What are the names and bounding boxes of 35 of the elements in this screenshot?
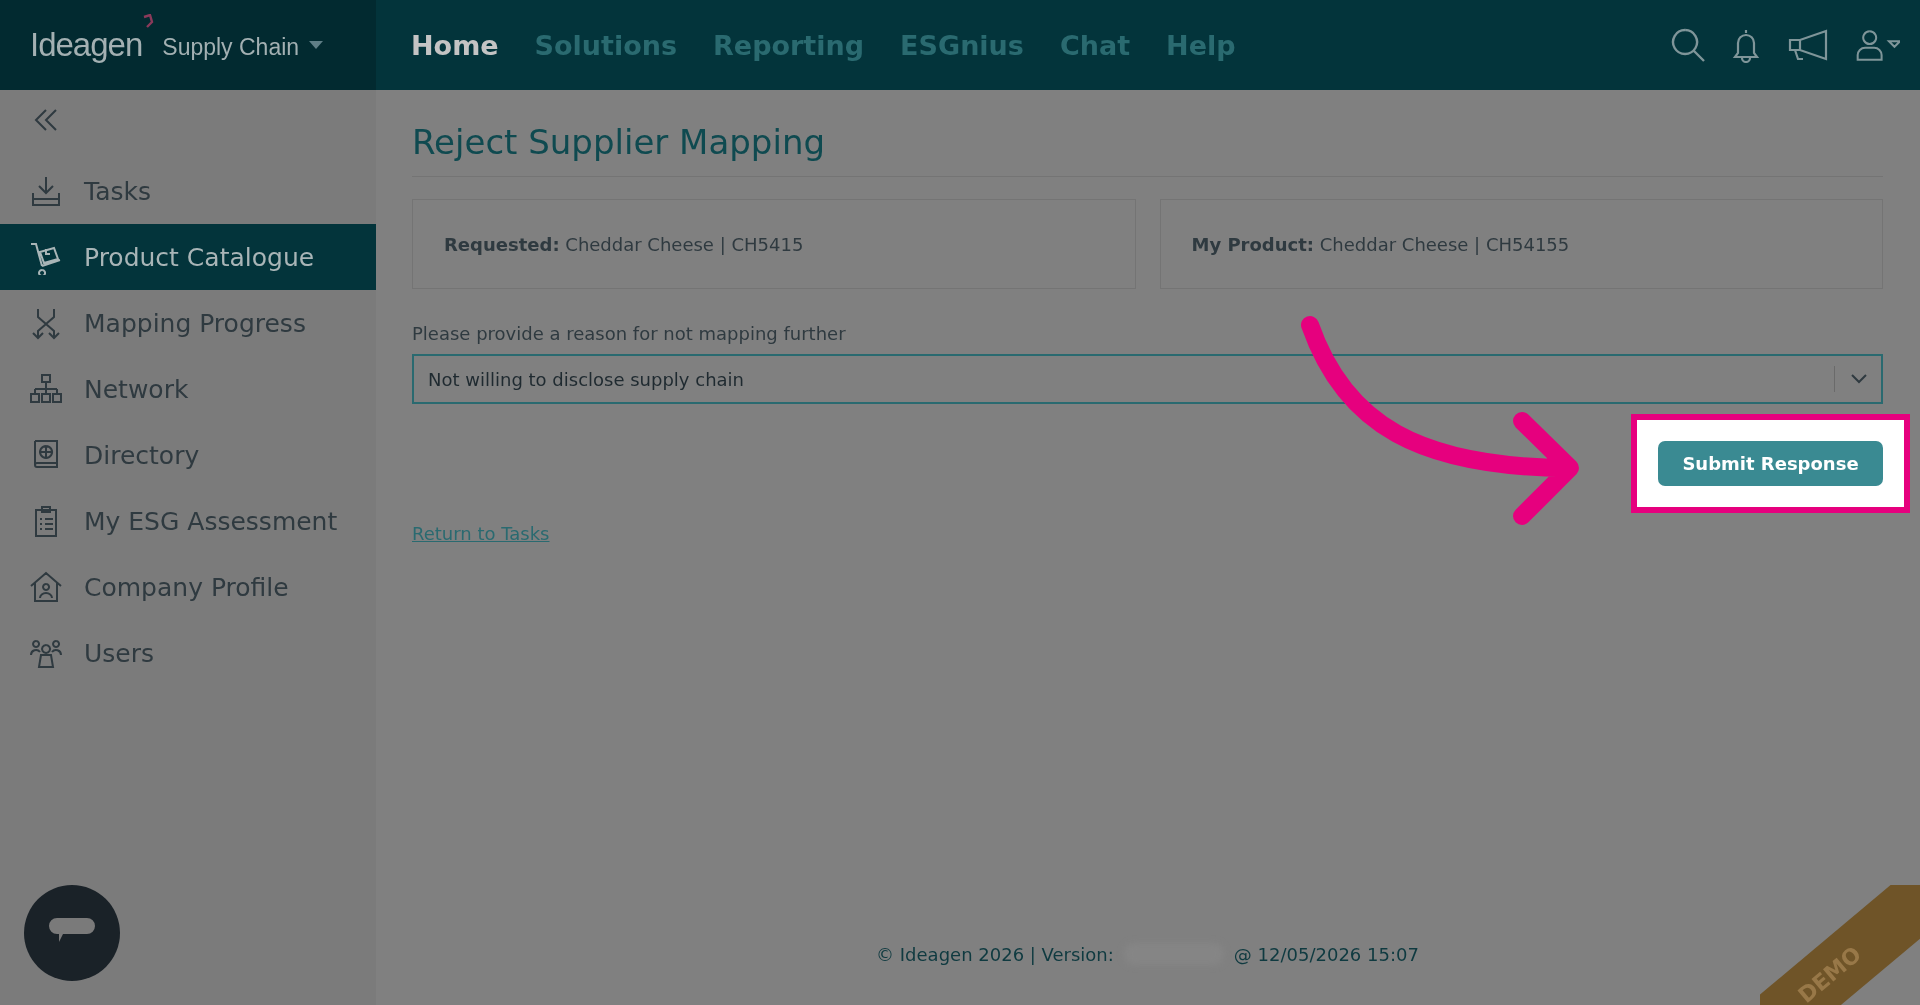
user-menu-icon[interactable]	[1854, 27, 1900, 63]
sidebar-label: Mapping Progress	[84, 308, 306, 338]
sidebar-item[interactable]: Company Profile	[0, 554, 376, 620]
search-icon[interactable]	[1670, 27, 1706, 63]
caret-icon[interactable]	[309, 41, 324, 49]
sidebar-item[interactable]: My ESG Assessment	[0, 488, 376, 554]
sidebar-label: Product Catalogue	[84, 242, 315, 272]
sidebar-item[interactable]: Mapping Progress	[0, 290, 376, 356]
reason-dropdown[interactable]: Not willing to disclose supply chain	[412, 354, 1883, 404]
sidebar-label: Users	[84, 638, 154, 668]
sidebar-item[interactable]: Network	[0, 356, 376, 422]
field-label: Please provide a reason for not mapping further	[412, 323, 847, 344]
page-title: Reject Supplier Mapping	[412, 122, 1883, 177]
sidebar-label: Company Profile	[84, 572, 289, 602]
sidebar-label: Network	[84, 374, 189, 404]
house-person-icon	[28, 569, 64, 605]
product-info: Requested: Cheddar Cheese | CH5415	[444, 233, 804, 255]
sidebar-item[interactable]: Product Catalogue	[0, 224, 376, 290]
nav-link[interactable]: Home	[411, 29, 499, 61]
sidebar-item[interactable]: Users	[0, 620, 376, 686]
footer-text: @ 12/05/2026 15:07	[1233, 943, 1419, 965]
sidebar-label: My ESG Assessment	[84, 506, 338, 536]
return-link[interactable]: Return to Tasks	[412, 523, 550, 544]
product-info: My Product: Cheddar Cheese | CH54155	[1191, 233, 1570, 255]
collapse-icon[interactable]	[32, 108, 60, 132]
logo-mark-icon	[142, 14, 155, 28]
chevron-down-icon	[1851, 374, 1867, 384]
sidebar-item[interactable]: Tasks	[0, 158, 376, 224]
submit-button[interactable]: Submit Response	[1658, 441, 1883, 486]
sidebar-label: Directory	[84, 440, 200, 470]
footer-text: © Ideagen 2026 | Version:	[876, 943, 1114, 965]
product-switcher[interactable]: Supply Chain	[162, 33, 300, 61]
sidebar-label: Tasks	[84, 176, 151, 206]
sidebar-item[interactable]: Directory	[0, 422, 376, 488]
brand-logo[interactable]: Ideagen	[30, 26, 143, 64]
